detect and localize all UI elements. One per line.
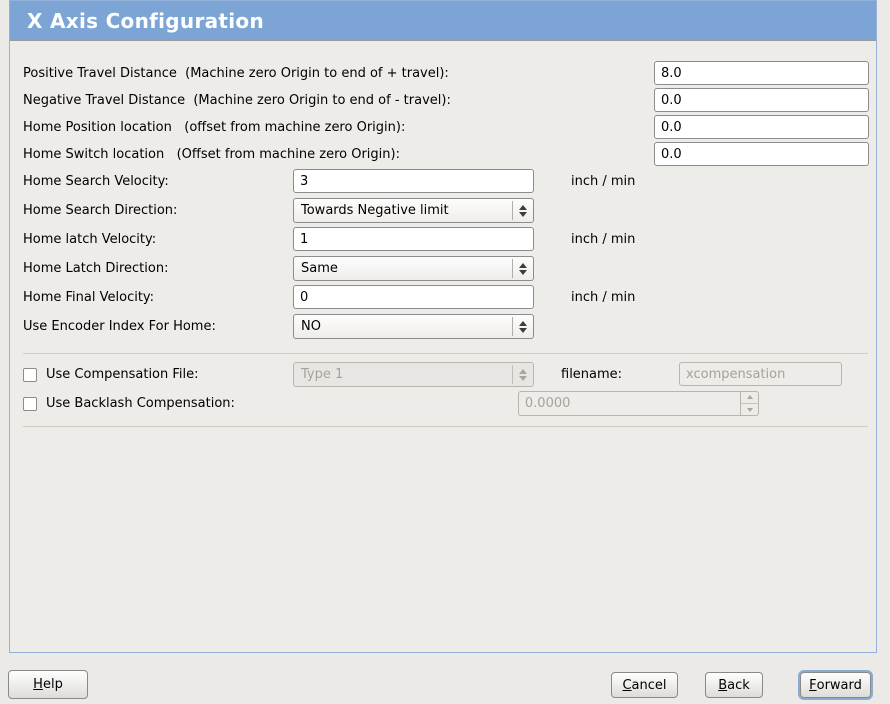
home-search-velocity-label: Home Search Velocity: [23, 174, 169, 189]
combo-selected-value: NO [301, 319, 321, 334]
content-frame: X Axis Configuration Positive Travel Dis… [9, 0, 877, 653]
use-backlash-checkbox[interactable] [23, 397, 37, 411]
home-latch-velocity-input[interactable] [293, 227, 534, 251]
back-button[interactable]: Back [705, 672, 763, 698]
home-search-velocity-unit: inch / min [571, 169, 635, 194]
backlash-spin-input [518, 391, 759, 416]
separator [23, 353, 868, 354]
combo-selected-value: Towards Negative limit [301, 203, 449, 218]
combo-selected-value: Same [301, 261, 338, 276]
help-button[interactable]: Help [8, 670, 88, 699]
positive-travel-label: Positive Travel Distance (Machine zero O… [23, 66, 449, 81]
page-title: X Axis Configuration [27, 9, 264, 33]
home-position-input[interactable] [654, 115, 869, 139]
home-final-velocity-input[interactable] [293, 285, 534, 309]
negative-travel-row: Negative Travel Distance (Machine zero O… [10, 88, 876, 112]
combo-arrows-icon [512, 201, 533, 220]
positive-travel-row: Positive Travel Distance (Machine zero O… [10, 61, 876, 85]
spin-steppers [740, 391, 759, 416]
encoder-index-combo[interactable]: NO [293, 314, 534, 339]
separator [23, 426, 868, 427]
positive-travel-input[interactable] [654, 61, 869, 85]
home-latch-direction-label: Home Latch Direction: [23, 261, 168, 276]
combo-arrows-icon [512, 259, 533, 278]
home-switch-row: Home Switch location (Offset from machin… [10, 142, 876, 166]
home-latch-velocity-label: Home latch Velocity: [23, 232, 156, 247]
home-latch-direction-row: Home Latch Direction: Same [10, 256, 876, 281]
spin-down-icon [741, 404, 759, 416]
home-position-row: Home Position location (offset from mach… [10, 115, 876, 139]
compensation-filename-input [679, 362, 842, 386]
cancel-button[interactable]: Cancel [611, 672, 678, 698]
page-header: X Axis Configuration [10, 1, 876, 41]
encoder-index-label: Use Encoder Index For Home: [23, 319, 216, 334]
home-latch-velocity-unit: inch / min [571, 227, 635, 252]
home-search-direction-combo[interactable]: Towards Negative limit [293, 198, 534, 223]
combo-arrows-icon [512, 317, 533, 336]
compensation-type-combo: Type 1 [293, 362, 534, 387]
home-final-velocity-unit: inch / min [571, 285, 635, 310]
home-switch-label: Home Switch location (Offset from machin… [23, 147, 400, 162]
home-switch-input[interactable] [654, 142, 869, 166]
home-search-direction-row: Home Search Direction: Towards Negative … [10, 198, 876, 223]
combo-arrows-icon [512, 365, 533, 384]
forward-button[interactable]: Forward [800, 672, 871, 698]
home-search-velocity-row: Home Search Velocity: inch / min [10, 169, 876, 194]
home-latch-velocity-row: Home latch Velocity: inch / min [10, 227, 876, 252]
home-position-label: Home Position location (offset from mach… [23, 120, 405, 135]
home-final-velocity-label: Home Final Velocity: [23, 290, 154, 305]
compensation-file-row: Use Compensation File: Type 1 filename: [10, 362, 876, 387]
negative-travel-input[interactable] [654, 88, 869, 112]
encoder-index-row: Use Encoder Index For Home: NO [10, 314, 876, 339]
use-backlash-label: Use Backlash Compensation: [46, 396, 235, 411]
home-latch-direction-combo[interactable]: Same [293, 256, 534, 281]
x-axis-configuration-dialog: X Axis Configuration Positive Travel Dis… [0, 0, 890, 704]
home-search-direction-label: Home Search Direction: [23, 203, 177, 218]
filename-label: filename: [561, 362, 622, 387]
negative-travel-label: Negative Travel Distance (Machine zero O… [23, 93, 451, 108]
home-search-velocity-input[interactable] [293, 169, 534, 193]
use-compensation-file-checkbox[interactable] [23, 368, 37, 382]
backlash-row: Use Backlash Compensation: [10, 391, 876, 416]
use-compensation-file-label: Use Compensation File: [46, 367, 199, 382]
spin-up-icon [741, 391, 759, 404]
combo-selected-value: Type 1 [301, 367, 343, 382]
home-final-velocity-row: Home Final Velocity: inch / min [10, 285, 876, 310]
